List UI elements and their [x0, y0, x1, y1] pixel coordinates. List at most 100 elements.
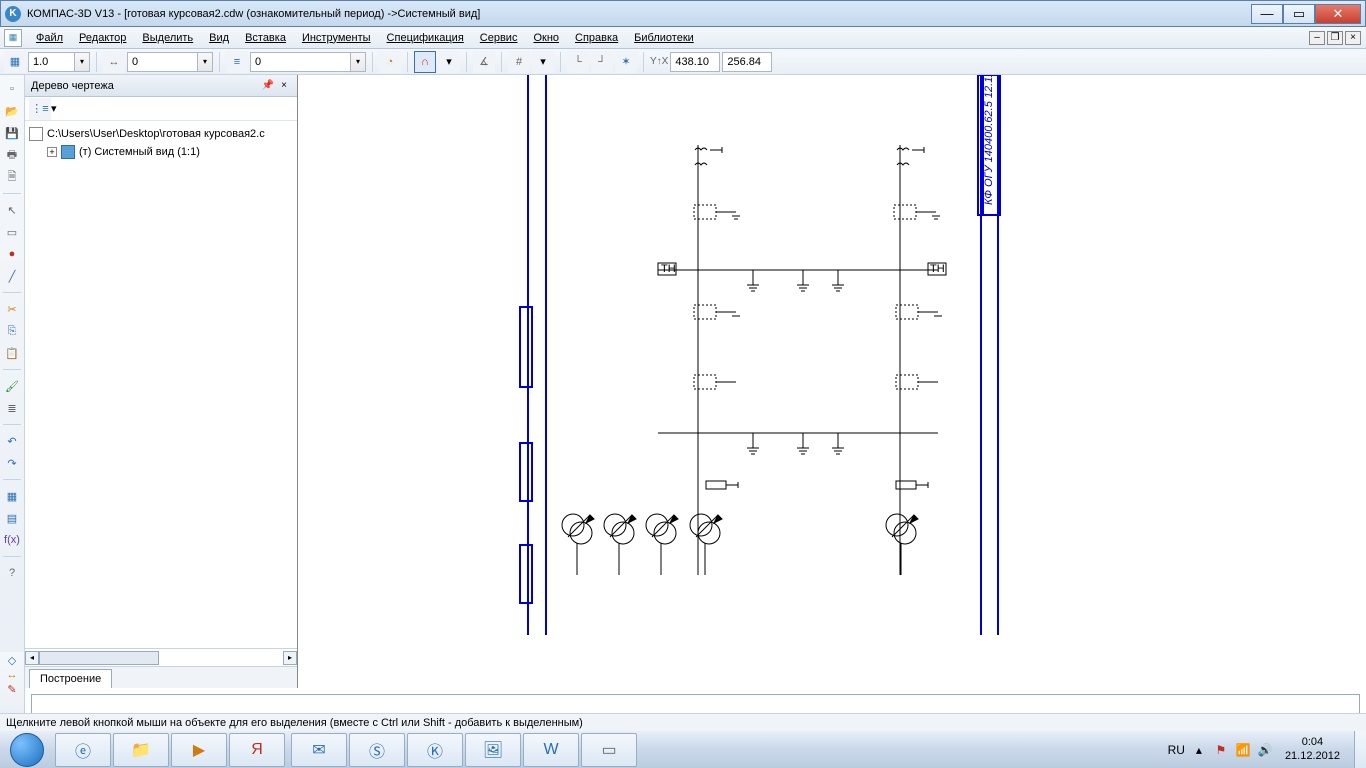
line-icon[interactable]: ╱: [2, 266, 22, 286]
tree-view-icon[interactable]: ⋮≡: [29, 98, 51, 120]
open-icon[interactable]: 📂: [2, 101, 22, 121]
val2-combo[interactable]: ▾: [127, 52, 213, 72]
copy-icon[interactable]: ⎘: [2, 321, 22, 341]
coord-x-input[interactable]: [670, 52, 720, 72]
task-wmp[interactable]: ▶: [171, 733, 227, 767]
snap-icon[interactable]: ↔: [103, 51, 125, 73]
magnet-icon[interactable]: ∩: [414, 51, 436, 73]
minimize-button[interactable]: —: [1251, 4, 1283, 24]
flag-icon[interactable]: ⚑: [1213, 742, 1229, 758]
paste-icon[interactable]: 📋: [2, 343, 22, 363]
window-title: КОМПАС-3D V13 - [готовая курсовая2.cdw (…: [27, 8, 1251, 20]
palette-icon[interactable]: ◔: [379, 51, 401, 73]
task-explorer[interactable]: 📁: [113, 733, 169, 767]
arrow-icon[interactable]: ↖: [2, 200, 22, 220]
scale-combo[interactable]: ▾: [28, 52, 90, 72]
spec-icon[interactable]: ▤: [2, 508, 22, 528]
language-indicator[interactable]: RU: [1168, 743, 1185, 757]
dim-icon[interactable]: ↔: [7, 669, 18, 681]
preview-icon[interactable]: 🗎: [2, 167, 22, 187]
help-icon[interactable]: ?: [2, 563, 22, 583]
menu-service[interactable]: Сервис: [472, 30, 526, 46]
tree-body[interactable]: C:\Users\User\Desktop\готовая курсовая2.…: [25, 121, 297, 648]
menu-file[interactable]: Файл: [28, 30, 71, 46]
tab-construction[interactable]: Построение: [29, 669, 112, 688]
menu-libs[interactable]: Библиотеки: [626, 30, 702, 46]
menu-help[interactable]: Справка: [567, 30, 626, 46]
val3-combo[interactable]: ▾: [250, 52, 366, 72]
coord-y-input[interactable]: [722, 52, 772, 72]
task-yandex[interactable]: Я: [229, 733, 285, 767]
menu-tools[interactable]: Инструменты: [294, 30, 379, 46]
dropdown-icon[interactable]: ▾: [438, 51, 460, 73]
tray-clock[interactable]: 0:04 21.12.2012: [1279, 736, 1346, 762]
mdi-minimize-button[interactable]: –: [1309, 31, 1325, 45]
fx-icon[interactable]: f(x): [2, 530, 22, 550]
maximize-button[interactable]: ▭: [1283, 4, 1315, 24]
layer-icon[interactable]: ≡: [226, 51, 248, 73]
ortho-y-icon[interactable]: ┘: [591, 51, 613, 73]
select-icon[interactable]: ▭: [2, 222, 22, 242]
task-ie[interactable]: ⓔ: [55, 733, 111, 767]
brush-icon[interactable]: 🖌: [2, 376, 22, 396]
task-word[interactable]: W: [523, 733, 579, 767]
undo-icon[interactable]: ↶: [2, 431, 22, 451]
menu-window[interactable]: Окно: [525, 30, 567, 46]
task-mail[interactable]: ✉: [291, 733, 347, 767]
drawing-canvas[interactable]: КФ ОГУ 140400.62.5 12.11.33: [298, 75, 1366, 688]
val3-input[interactable]: [250, 52, 350, 72]
kompas-icon: Ⓚ: [422, 737, 448, 763]
menu-spec[interactable]: Спецификация: [379, 30, 472, 46]
task-skype[interactable]: Ⓢ: [349, 733, 405, 767]
menu-editor[interactable]: Редактор: [71, 30, 134, 46]
tray-chevron-icon[interactable]: ▴: [1191, 742, 1207, 758]
props-icon[interactable]: ≣: [2, 398, 22, 418]
task-app[interactable]: ▭: [581, 733, 637, 767]
geom-icon[interactable]: ◇: [8, 654, 16, 667]
start-button[interactable]: [0, 731, 54, 768]
scroll-left-icon[interactable]: ◂: [25, 651, 39, 665]
chevron-down-icon[interactable]: ▾: [51, 102, 65, 115]
chevron-down-icon[interactable]: ▾: [350, 52, 366, 72]
tree-hscrollbar[interactable]: ◂ ▸: [25, 648, 297, 666]
task-kompas[interactable]: Ⓚ: [407, 733, 463, 767]
tree-root[interactable]: C:\Users\User\Desktop\готовая курсовая2.…: [29, 125, 293, 143]
volume-icon[interactable]: 🔊: [1257, 742, 1273, 758]
grid-icon[interactable]: ▦: [4, 51, 26, 73]
mdi-close-button[interactable]: ×: [1345, 31, 1361, 45]
menu-select[interactable]: Выделить: [134, 30, 201, 46]
show-desktop-button[interactable]: [1354, 731, 1366, 768]
cut-icon[interactable]: ✂: [2, 299, 22, 319]
val2-input[interactable]: [127, 52, 197, 72]
tree-view-node[interactable]: + (т) Системный вид (1:1): [29, 143, 293, 161]
chevron-down-icon[interactable]: ▾: [74, 52, 90, 72]
ortho-x-icon[interactable]: └: [567, 51, 589, 73]
point-icon[interactable]: ●: [2, 244, 22, 264]
tray-time: 0:04: [1285, 736, 1340, 749]
save-icon[interactable]: 💾: [2, 123, 22, 143]
expand-icon[interactable]: +: [47, 147, 57, 157]
scale-input[interactable]: [28, 52, 74, 72]
menu-insert[interactable]: Вставка: [237, 30, 294, 46]
drawing-svg: КФ ОГУ 140400.62.5 12.11.33: [298, 75, 1366, 635]
close-button[interactable]: ✕: [1315, 4, 1361, 24]
menu-doc-icon[interactable]: ▦: [4, 29, 22, 47]
task-photos[interactable]: 🖼: [465, 733, 521, 767]
print-icon[interactable]: 🖶: [2, 145, 22, 165]
edit-icon[interactable]: ✎: [7, 683, 16, 696]
mdi-restore-button[interactable]: ❐: [1327, 31, 1343, 45]
table-icon[interactable]: ▦: [2, 486, 22, 506]
chevron-down-icon[interactable]: ▾: [197, 52, 213, 72]
menu-view[interactable]: Вид: [201, 30, 237, 46]
redo-icon[interactable]: ↷: [2, 453, 22, 473]
chevron-down-icon[interactable]: ▾: [532, 51, 554, 73]
new-icon[interactable]: ▫: [2, 79, 22, 99]
hash-icon[interactable]: #: [508, 51, 530, 73]
pin-icon[interactable]: 📌: [261, 79, 275, 93]
network-icon[interactable]: 📶: [1235, 742, 1251, 758]
scroll-right-icon[interactable]: ▸: [283, 651, 297, 665]
angle-icon[interactable]: ∡: [473, 51, 495, 73]
axis-icon[interactable]: ✶: [615, 51, 637, 73]
scroll-thumb[interactable]: [39, 651, 159, 665]
close-panel-icon[interactable]: ×: [277, 79, 291, 93]
